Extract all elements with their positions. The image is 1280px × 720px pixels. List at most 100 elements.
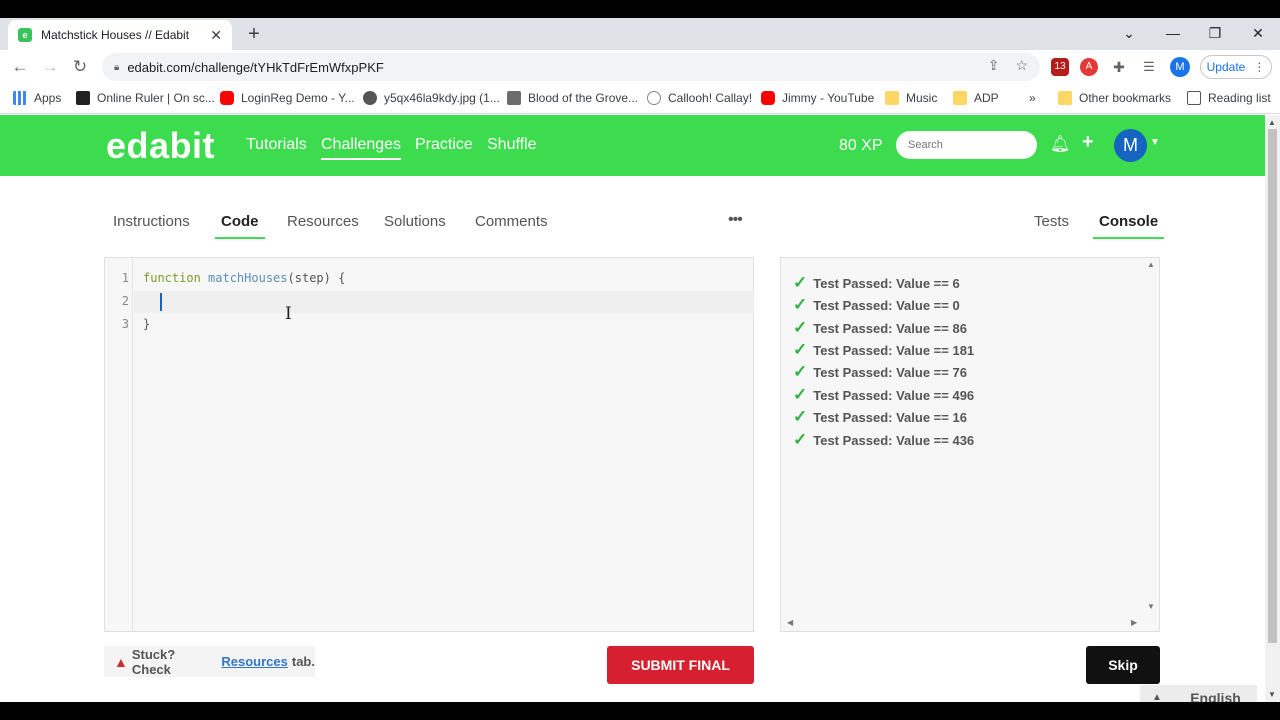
tab-strip: e Matchstick Houses // Edabit ✕ + ⌄ — ❐ …	[0, 18, 1280, 50]
bookmark-label: LoginReg Demo - Y...	[241, 91, 355, 105]
tab-code[interactable]: Code	[215, 213, 264, 239]
check-icon: ✓	[793, 273, 808, 292]
line-number-gutter: 1 2 3	[105, 258, 133, 631]
media-queue-icon[interactable]: ☰	[1140, 58, 1158, 76]
page-scrollbar[interactable]: ▲ ▼	[1265, 115, 1280, 702]
test-result-text: Test Passed: Value == 6	[813, 275, 960, 291]
reading-list-icon	[1187, 91, 1201, 105]
tab-close-icon[interactable]: ✕	[210, 27, 222, 44]
scroll-down-arrow-icon[interactable]: ▼	[1147, 602, 1155, 611]
bookmark-jpg-image[interactable]: y5qx46la9kdy.jpg (1...	[363, 91, 500, 105]
nav-challenges[interactable]: Challenges	[321, 136, 402, 160]
scroll-right-arrow-icon[interactable]: ▶	[1131, 618, 1137, 627]
address-bar[interactable]: 🔒︎ edabit.com/challenge/tYHkTdFrEmWfxpPK…	[102, 53, 1040, 81]
youtube-icon	[761, 91, 775, 105]
update-button[interactable]: Update ⋮	[1200, 55, 1272, 79]
youtube-icon	[220, 91, 234, 105]
bookmarks-overflow-button[interactable]: »	[1029, 91, 1036, 105]
page-scroll-thumb[interactable]	[1268, 129, 1277, 643]
forward-arrow-icon[interactable]: →	[38, 55, 62, 79]
line-number: 3	[121, 317, 129, 331]
tab-search-chevron-icon[interactable]: ⌄	[1114, 21, 1144, 45]
page-scroll-up-icon[interactable]: ▲	[1268, 118, 1276, 127]
test-result-text: Test Passed: Value == 496	[813, 387, 975, 403]
bookmark-loginreg-demo[interactable]: LoginReg Demo - Y...	[220, 91, 355, 105]
site-header: edabit Tutorials Challenges Practice Shu…	[0, 115, 1265, 176]
nav-tutorials[interactable]: Tutorials	[246, 136, 307, 154]
bookmark-label: Jimmy - YouTube	[782, 91, 875, 105]
url-text: edabit.com/challenge/tYHkTdFrEmWfxpPKF	[127, 59, 384, 75]
code-editor[interactable]: 1 2 3 function matchHouses(step) { } I	[104, 257, 754, 632]
edabit-page: edabit Tutorials Challenges Practice Shu…	[0, 115, 1265, 702]
test-result: ✓ Test Passed: Value == 6	[793, 273, 960, 293]
bookmark-apps[interactable]: Apps	[13, 91, 61, 105]
test-result-text: Test Passed: Value == 181	[813, 342, 975, 358]
image-thumbnail-icon	[507, 91, 521, 105]
language-selector[interactable]: ▲ English	[1140, 685, 1257, 702]
test-result-text: Test Passed: Value == 0	[813, 297, 960, 313]
tab-comments[interactable]: Comments	[475, 213, 548, 230]
bookmark-folder-music[interactable]: Music	[885, 91, 937, 105]
folder-icon	[953, 91, 967, 105]
language-label: English	[1190, 689, 1241, 703]
bookmark-online-ruler[interactable]: Online Ruler | On sc...	[76, 91, 215, 105]
console-horizontal-scrollbar[interactable]: ◀ ▶	[781, 617, 1145, 631]
globe-icon	[363, 91, 377, 105]
add-plus-icon[interactable]: +	[1082, 131, 1094, 154]
tab-resources[interactable]: Resources	[287, 213, 359, 230]
tab-console[interactable]: Console	[1092, 213, 1165, 239]
active-line-highlight	[134, 291, 754, 313]
bookmark-label: Apps	[34, 91, 62, 105]
browser-tab-active[interactable]: e Matchstick Houses // Edabit ✕	[8, 20, 232, 50]
back-arrow-icon[interactable]: ←	[8, 55, 32, 79]
edabit-logo[interactable]: edabit	[106, 125, 215, 167]
check-icon: ✓	[793, 340, 808, 359]
console-panel: ✓ Test Passed: Value == 6 ✓ Test Passed: V…	[780, 257, 1160, 632]
test-result-text: Test Passed: Value == 86	[813, 320, 967, 336]
ibeam-cursor-icon: I	[285, 304, 292, 324]
folder-icon	[885, 91, 899, 105]
nav-practice[interactable]: Practice	[415, 136, 473, 154]
bookmark-jimmy-youtube[interactable]: Jimmy - YouTube	[761, 91, 874, 105]
warning-triangle-icon: ▲	[114, 653, 128, 670]
submit-final-button[interactable]: SUBMIT FINAL	[607, 646, 754, 684]
console-vertical-scrollbar[interactable]: ▲ ▼	[1144, 258, 1159, 618]
tab-solutions[interactable]: Solutions	[384, 213, 446, 230]
bookmark-star-icon[interactable]: ☆	[1015, 57, 1028, 74]
test-result: ✓ Test Passed: Value == 76	[793, 362, 967, 382]
share-icon[interactable]: ⇪	[988, 57, 1000, 74]
scroll-left-arrow-icon[interactable]: ◀	[787, 618, 793, 627]
browser-profile-avatar[interactable]: M	[1170, 57, 1190, 77]
tab-instructions[interactable]: Instructions	[113, 213, 190, 230]
tab-tests[interactable]: Tests	[1034, 213, 1069, 230]
search-input[interactable]	[896, 131, 1037, 159]
stuck-suffix-text: tab.	[291, 654, 315, 669]
other-bookmarks-folder[interactable]: Other bookmarks	[1058, 91, 1171, 105]
notification-bell-icon[interactable]: 🔔︎	[1050, 134, 1070, 154]
reload-icon[interactable]: ↻	[68, 55, 92, 79]
resources-link[interactable]: Resources	[221, 654, 287, 669]
adblock-icon[interactable]: A	[1080, 58, 1098, 76]
reading-list-button[interactable]: Reading list	[1187, 91, 1271, 105]
bookmark-blood-of-the-grove[interactable]: Blood of the Grove...	[507, 91, 638, 105]
profile-chevron-down-icon[interactable]: ▼	[1150, 137, 1160, 148]
page-scroll-down-icon[interactable]: ▼	[1268, 690, 1276, 699]
skip-button[interactable]: Skip	[1086, 646, 1160, 684]
extension-badge-icon[interactable]: 13	[1051, 58, 1069, 76]
new-tab-button[interactable]: +	[244, 22, 264, 46]
scroll-up-arrow-icon[interactable]: ▲	[1147, 260, 1155, 269]
more-options-icon[interactable]: •••	[728, 211, 743, 229]
stuck-text: Stuck? Check	[131, 646, 176, 677]
test-result: ✓ Test Passed: Value == 496	[793, 385, 974, 405]
user-avatar[interactable]: M	[1114, 129, 1147, 162]
keyword-function: function	[143, 271, 201, 285]
bookmark-folder-adp[interactable]: ADP	[953, 91, 999, 105]
restore-icon[interactable]: ❐	[1200, 21, 1230, 45]
extensions-puzzle-icon[interactable]: ✚	[1110, 58, 1128, 76]
window-close-icon[interactable]: ✕	[1243, 21, 1273, 45]
bookmark-callooh-callay[interactable]: Callooh! Callay!	[647, 91, 752, 105]
nav-shuffle[interactable]: Shuffle	[487, 136, 537, 154]
minimize-icon[interactable]: —	[1158, 21, 1188, 45]
test-result-text: Test Passed: Value == 76	[813, 364, 967, 380]
chevron-up-icon: ▲	[1152, 692, 1162, 702]
